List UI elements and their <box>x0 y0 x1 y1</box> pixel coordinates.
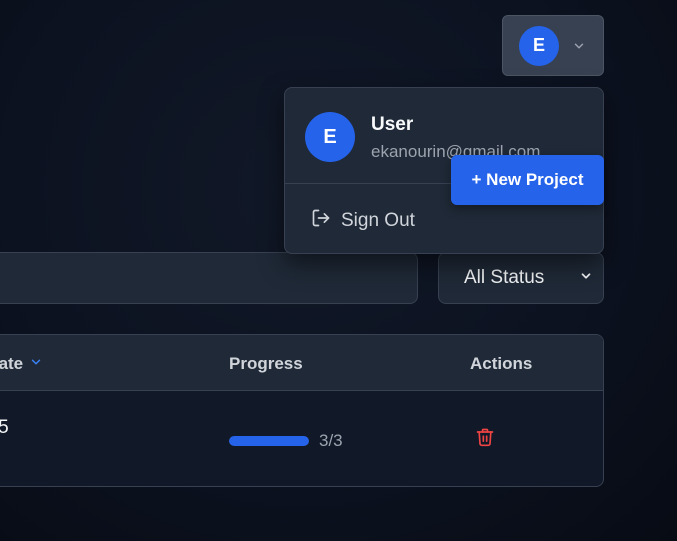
row-progress: 3/3 <box>229 431 343 451</box>
user-name: User <box>371 114 414 135</box>
column-header-progress: Progress <box>229 354 303 373</box>
column-header-date[interactable]: ate Date <box>0 354 43 374</box>
new-project-button[interactable]: + New Project <box>451 155 604 205</box>
progress-bar-fill <box>229 436 309 446</box>
progress-bar <box>229 436 309 446</box>
sign-out-icon <box>311 208 331 234</box>
table-header: ate Date Progress Actions <box>0 335 603 391</box>
sort-chevron-icon <box>29 354 43 374</box>
status-filter-select[interactable]: All Status <box>438 252 604 304</box>
user-menu-trigger[interactable]: E <box>502 15 604 76</box>
sign-out-menu-item[interactable]: Sign Out <box>311 208 415 234</box>
delete-button[interactable] <box>474 428 496 450</box>
status-filter-value: All Status <box>464 267 545 288</box>
projects-table: ate Date Progress Actions 025 3/3 <box>0 334 604 487</box>
progress-text: 3/3 <box>319 431 343 450</box>
avatar: E <box>519 25 559 66</box>
search-input[interactable] <box>0 252 418 304</box>
trash-icon <box>475 427 495 452</box>
avatar-large: E <box>305 112 355 162</box>
column-header-actions: Actions <box>470 354 533 373</box>
chevron-down-icon <box>571 38 587 54</box>
row-date: 025 <box>0 417 9 439</box>
sign-out-label: Sign Out <box>341 210 415 231</box>
chevron-down-icon <box>579 267 593 289</box>
